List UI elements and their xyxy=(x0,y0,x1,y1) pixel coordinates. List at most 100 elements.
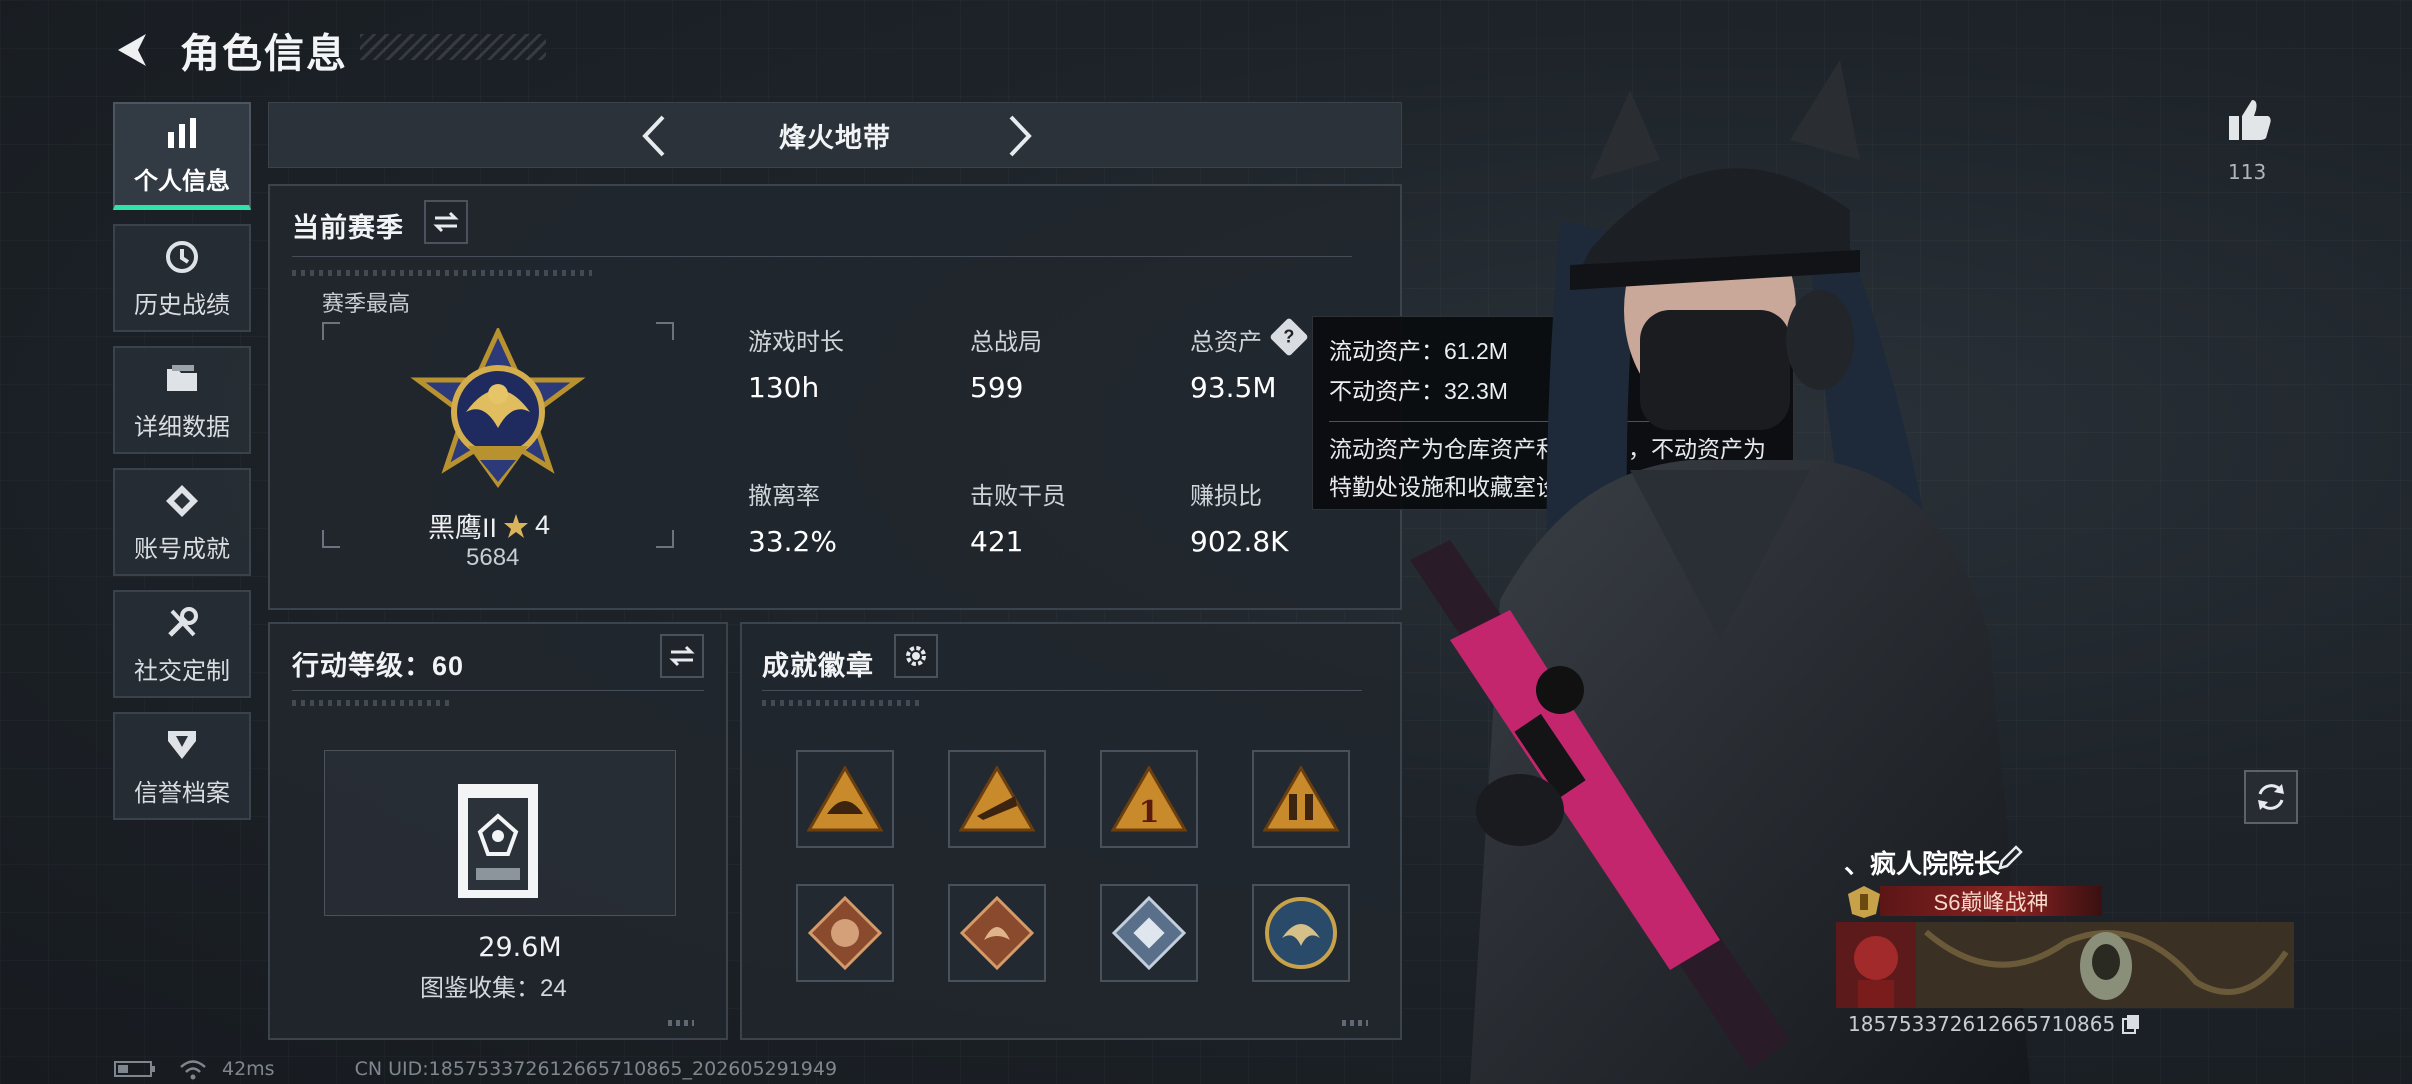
uid-line: CN UID:185753372612665710865_20260529194… xyxy=(354,1058,838,1080)
copy-icon[interactable] xyxy=(2121,1013,2141,1035)
stat-label: 总战局 xyxy=(970,329,1042,356)
badge-slot[interactable] xyxy=(796,750,894,848)
stat-label: 赚损比 xyxy=(1190,483,1262,510)
mode-label: 烽火地带 xyxy=(779,122,891,153)
chevron-right-icon xyxy=(1009,115,1032,157)
divider xyxy=(762,690,1362,691)
edit-name-button[interactable] xyxy=(1996,844,2026,874)
title-decoration xyxy=(360,34,546,60)
badge-slot[interactable] xyxy=(1100,884,1198,982)
back-button[interactable] xyxy=(112,28,156,72)
mode-prev-button[interactable] xyxy=(629,111,679,161)
rotate-view-button[interactable] xyxy=(2244,770,2298,824)
title-bar: S6巅峰战神 xyxy=(1880,886,2102,916)
badge-slot[interactable] xyxy=(948,750,1046,848)
achievement-icon xyxy=(162,481,202,521)
divider xyxy=(292,690,704,691)
stat-total-matches: 总战局 599 xyxy=(970,322,1042,404)
bar-chart-icon xyxy=(162,113,202,153)
season-switch-button[interactable] xyxy=(424,200,468,244)
collection-card-icon xyxy=(458,784,538,898)
badge-slot[interactable] xyxy=(796,884,894,982)
stat-value: 421 xyxy=(970,525,1024,558)
nav-item-achievements[interactable]: 账号成就 xyxy=(113,468,251,576)
collection-count: 图鉴收集：24 xyxy=(420,975,567,1002)
nav-label: 历史战绩 xyxy=(134,291,230,319)
like-button[interactable] xyxy=(2226,96,2278,148)
like-count: 113 xyxy=(2228,160,2267,184)
ping-value: 42ms xyxy=(222,1058,275,1080)
wifi-icon xyxy=(180,1060,206,1080)
stat-value: 130h xyxy=(748,371,820,404)
nav-item-social-custom[interactable]: 社交定制 xyxy=(113,590,251,698)
badge-title: 成就徽章 xyxy=(762,651,874,681)
nav-label: 详细数据 xyxy=(134,413,230,441)
nav-label: 个人信息 xyxy=(134,168,230,195)
action-level-panel: 行动等级：60 29.6M 图鉴收集：24 xyxy=(268,622,728,1040)
header: 角色信息 xyxy=(112,24,348,76)
nav-item-credibility[interactable]: 信誉档案 xyxy=(113,712,251,820)
diamond-badge-icon xyxy=(808,896,882,970)
nav-label: 信誉档案 xyxy=(134,779,230,807)
badge-slot[interactable] xyxy=(1252,884,1350,982)
rank-name-text: 黑鹰II xyxy=(428,513,498,543)
badge-panel: 成就徽章 1 xyxy=(740,622,1402,1040)
nav-label: 社交定制 xyxy=(134,657,230,685)
stat-label: 游戏时长 xyxy=(748,329,844,356)
diamond-badge-icon xyxy=(1112,896,1186,970)
help-icon: ? xyxy=(1283,326,1295,347)
player-banner-image xyxy=(1836,922,2294,1008)
decor-dots xyxy=(292,700,452,706)
triangle-badge-icon: 1 xyxy=(1111,766,1187,832)
decor-dots xyxy=(292,270,592,276)
decor-dots xyxy=(668,1020,694,1026)
page-title: 角色信息 xyxy=(180,32,348,76)
badge-slot[interactable]: 1 xyxy=(1100,750,1198,848)
badge-slot[interactable] xyxy=(948,884,1046,982)
stat-label: 总资产 xyxy=(1190,329,1262,356)
badge-slot[interactable] xyxy=(1252,750,1350,848)
player-name: 、疯人院院长 xyxy=(1844,849,2001,879)
badge-settings-button[interactable] xyxy=(894,634,938,678)
player-uid-row: 1857533726126657108​65 xyxy=(1848,1012,2141,1036)
season-best-label: 赛季最高 xyxy=(322,291,411,316)
player-card: 、疯人院院长 S6巅峰战神 1857533726126657108​65 xyxy=(1836,842,2294,1046)
status-bar: 42ms CN UID:185753372612665710865_202605… xyxy=(114,1056,837,1082)
rotate-icon xyxy=(2258,784,2284,810)
rank-name: 黑鹰II 4 xyxy=(428,506,550,545)
pencil-icon xyxy=(1998,845,2023,870)
triangle-badge-icon xyxy=(807,766,883,832)
battery-icon xyxy=(114,1061,155,1077)
swap-icon xyxy=(433,211,459,233)
folder-icon xyxy=(162,359,202,399)
decor-dots xyxy=(762,700,922,706)
decor-dots xyxy=(1342,1020,1368,1026)
rank-score: 5684 xyxy=(466,544,520,571)
sidebar-nav: 个人信息 历史战绩 详细数据 账号成就 社交定制 信誉档案 xyxy=(113,102,253,834)
credibility-icon xyxy=(162,725,202,765)
back-arrow-icon xyxy=(118,34,146,66)
collection-value: 29.6M xyxy=(478,932,562,963)
round-badge-icon xyxy=(1265,897,1337,969)
nav-item-personal-info[interactable]: 个人信息 xyxy=(113,102,251,210)
title-badge-icon xyxy=(1848,886,1880,918)
star-icon xyxy=(504,513,529,538)
action-switch-button[interactable] xyxy=(660,634,704,678)
stat-label: 撤离率 xyxy=(748,483,820,510)
triangle-badge-icon xyxy=(959,766,1035,832)
mode-next-button[interactable] xyxy=(995,111,1045,161)
player-uid: 1857533726126657108​65 xyxy=(1848,1012,2116,1036)
stat-value: 93.5M xyxy=(1190,371,1277,404)
player-title: S6巅峰战神 xyxy=(1933,890,2049,915)
thumbs-up-icon xyxy=(2229,100,2271,140)
chevron-left-icon xyxy=(642,115,665,157)
triangle-badge-icon xyxy=(1263,766,1339,832)
gear-icon xyxy=(906,646,926,666)
nav-item-detailed-data[interactable]: 详细数据 xyxy=(113,346,251,454)
stat-label: 击败干员 xyxy=(970,483,1066,510)
rank-stars: 4 xyxy=(535,510,551,540)
diamond-badge-icon xyxy=(960,896,1034,970)
rank-badge-icon xyxy=(410,328,586,488)
stat-profit-ratio: 赚损比 902.8K xyxy=(1190,476,1289,558)
nav-item-history[interactable]: 历史战绩 xyxy=(113,224,251,332)
